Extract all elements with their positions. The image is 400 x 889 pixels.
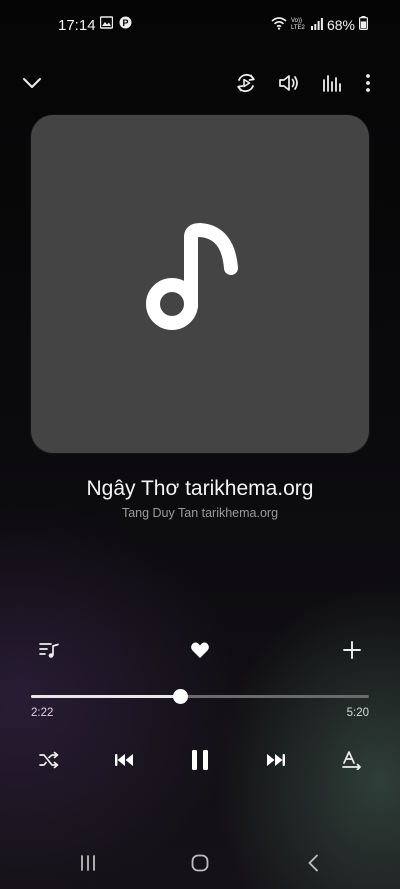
- smart-view-button[interactable]: [230, 70, 262, 100]
- volume-button[interactable]: [273, 70, 305, 100]
- next-icon: [266, 753, 286, 772]
- signal-icon: [310, 17, 323, 33]
- battery-level: 68%: [326, 16, 355, 33]
- favorite-button[interactable]: [185, 637, 215, 667]
- next-button[interactable]: [260, 747, 292, 777]
- more-icon: [365, 73, 371, 98]
- previous-button[interactable]: [108, 747, 140, 777]
- shuffle-button[interactable]: [34, 747, 64, 777]
- svg-text:P: P: [122, 18, 128, 28]
- seek-bar-progress: [31, 695, 180, 698]
- chevron-down-icon: [22, 76, 42, 94]
- shuffle-icon: [38, 751, 60, 774]
- repeat-button[interactable]: [337, 747, 367, 777]
- equalizer-button[interactable]: [316, 70, 348, 100]
- smart-view-icon: [235, 72, 257, 99]
- add-to-playlist-button[interactable]: [337, 637, 367, 667]
- home-button[interactable]: [182, 850, 218, 880]
- wifi-icon: [271, 16, 287, 33]
- home-icon: [191, 854, 209, 877]
- more-options-button[interactable]: [354, 70, 382, 100]
- pause-button[interactable]: [182, 743, 218, 781]
- volume-icon: [278, 73, 300, 98]
- repeat-icon: [341, 750, 363, 775]
- total-time: 5:20: [346, 707, 369, 719]
- back-icon: [307, 854, 319, 877]
- track-artist: Tang Duy Tan tarikhema.org: [121, 506, 279, 520]
- music-note-icon: [145, 222, 255, 347]
- equalizer-icon: [322, 74, 342, 97]
- status-notification-icons: P: [99, 16, 132, 34]
- recent-apps-icon: [80, 854, 96, 876]
- status-bar: 17:14 P Vo)) LTE2 68%: [0, 0, 400, 48]
- previous-icon: [114, 753, 134, 772]
- queue-button[interactable]: [34, 637, 64, 667]
- battery-icon: [359, 16, 369, 33]
- pinterest-icon: P: [119, 16, 132, 34]
- status-time: 17:14: [58, 17, 96, 34]
- add-icon: [343, 640, 361, 664]
- status-system-icons: Vo)) LTE2 68%: [271, 16, 369, 33]
- elapsed-time: 2:22: [31, 707, 54, 719]
- pause-icon: [191, 749, 209, 776]
- collapse-button[interactable]: [16, 70, 48, 100]
- track-title: Ngây Thơ tarikhema.org: [86, 477, 314, 500]
- album-art: [31, 115, 369, 453]
- image-icon: [99, 16, 114, 34]
- back-button[interactable]: [295, 850, 331, 880]
- recent-apps-button[interactable]: [70, 850, 106, 880]
- seek-bar[interactable]: [31, 689, 369, 704]
- heart-icon: [190, 641, 210, 664]
- queue-icon: [38, 640, 60, 665]
- seek-bar-thumb[interactable]: [172, 689, 188, 704]
- signal-label: Vo)) LTE2: [290, 17, 305, 31]
